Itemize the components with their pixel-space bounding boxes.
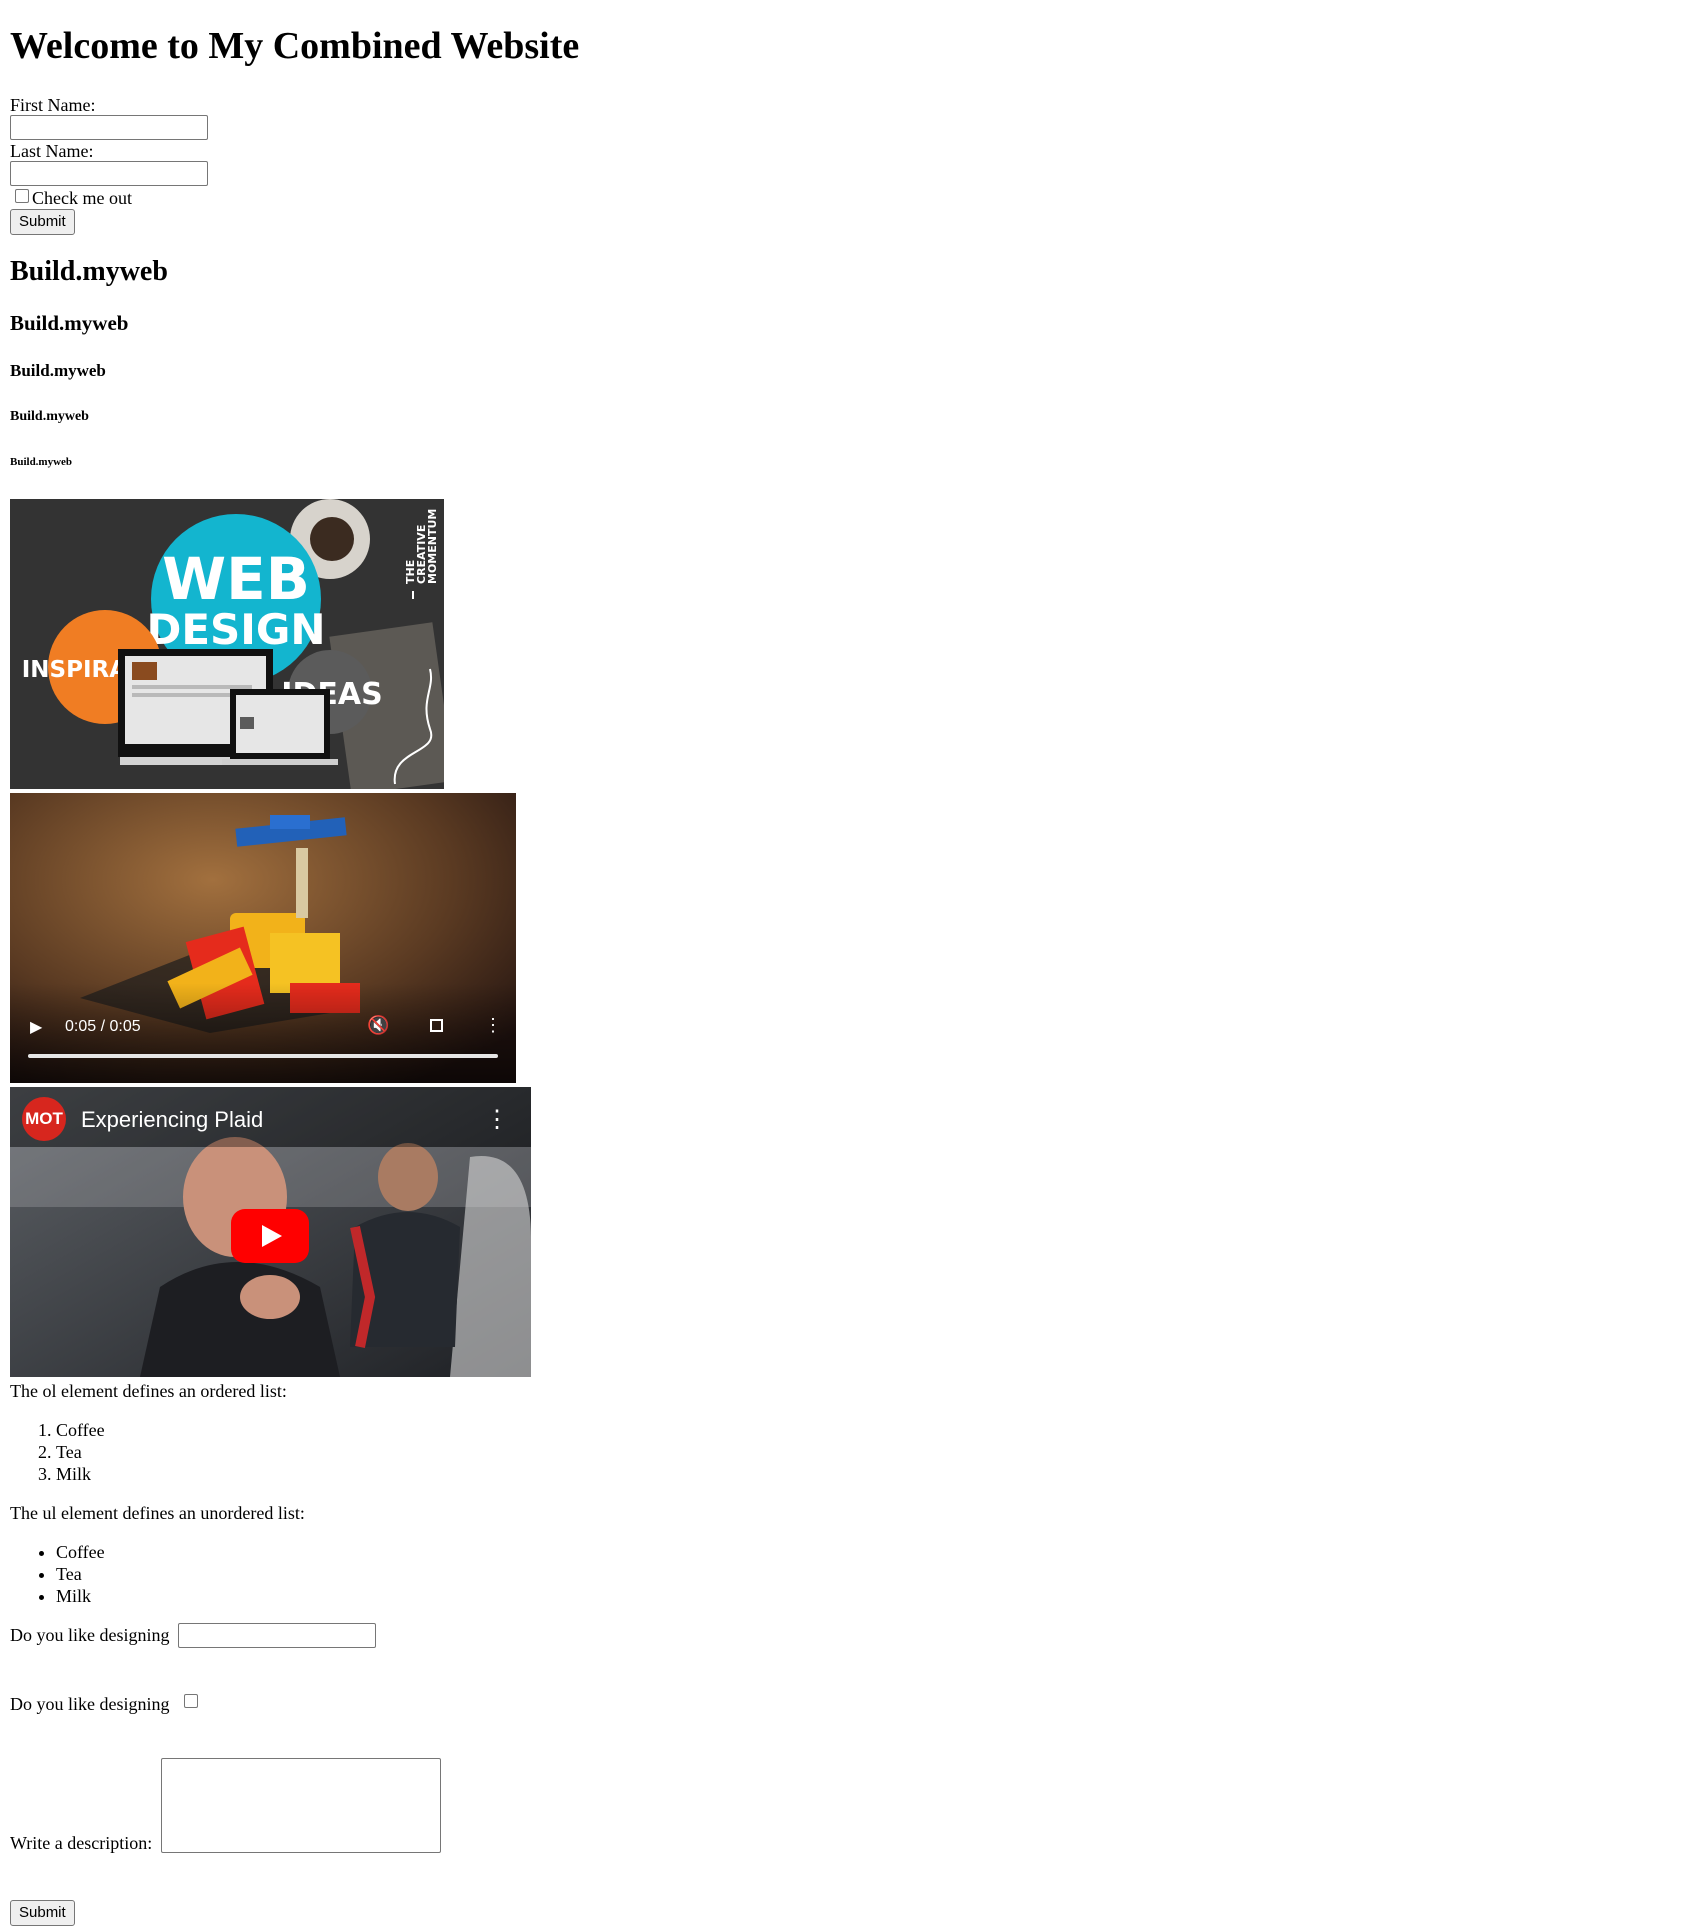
- video-progress-bar[interactable]: [28, 1054, 498, 1058]
- web-design-image: WEB DESIGN INSPIRATION IDEAS THE CREATIV: [10, 499, 444, 789]
- web-text: WEB: [162, 545, 310, 613]
- design-text-input[interactable]: [178, 1623, 376, 1648]
- list-item: Milk: [56, 1585, 105, 1607]
- youtube-title[interactable]: Experiencing Plaid: [81, 1107, 263, 1133]
- channel-avatar[interactable]: MOT: [22, 1097, 66, 1141]
- q1-label: Do you like designing: [10, 1625, 170, 1645]
- last-name-input[interactable]: [10, 161, 208, 186]
- ol-intro: The ol element defines an ordered list:: [10, 1381, 287, 1401]
- heading-h4: Build.myweb: [10, 361, 106, 380]
- list-item: Coffee: [56, 1419, 105, 1441]
- video-play-icon[interactable]: ▶: [30, 1017, 42, 1037]
- ordered-list: Coffee Tea Milk: [10, 1419, 105, 1485]
- heading-h3: Build.myweb: [10, 311, 129, 335]
- description-textarea[interactable]: [161, 1758, 441, 1853]
- ul-intro: The ul element defines an unordered list…: [10, 1503, 305, 1523]
- heading-h5: Build.myweb: [10, 409, 89, 424]
- first-name-label: First Name:: [10, 95, 96, 115]
- submit-button-bottom[interactable]: Submit: [10, 1900, 75, 1926]
- youtube-play-triangle: [262, 1225, 282, 1247]
- q2-label: Do you like designing: [10, 1694, 170, 1714]
- heading-h6: Build.myweb: [10, 456, 73, 468]
- mute-icon[interactable]: 🔇: [367, 1015, 389, 1036]
- web-design-illustration: WEB DESIGN INSPIRATION IDEAS THE CREATIV: [10, 499, 444, 789]
- youtube-more-icon[interactable]: ⋮: [485, 1105, 509, 1134]
- last-name-label: Last Name:: [10, 141, 94, 161]
- description-label: Write a description:: [10, 1833, 153, 1853]
- youtube-play-icon[interactable]: [231, 1209, 309, 1263]
- submit-button-top[interactable]: Submit: [10, 209, 75, 235]
- first-name-input[interactable]: [10, 115, 208, 140]
- youtube-embed[interactable]: MOT Experiencing Plaid ⋮: [10, 1087, 531, 1377]
- brand-momentum: MOMENTUM: [426, 509, 439, 584]
- list-item: Tea: [56, 1563, 105, 1585]
- design-text: DESIGN: [146, 605, 325, 654]
- check-me-out-checkbox[interactable]: [15, 189, 29, 203]
- list-item: Milk: [56, 1463, 105, 1485]
- video-player[interactable]: ▶ 0:05 / 0:05 🔇 ⋮: [10, 793, 516, 1083]
- check-me-out-label: Check me out: [32, 188, 132, 208]
- list-item: Coffee: [56, 1541, 105, 1563]
- heading-h2: Build.myweb: [10, 256, 168, 287]
- list-item: Tea: [56, 1441, 105, 1463]
- unordered-list: Coffee Tea Milk: [10, 1541, 105, 1607]
- fullscreen-icon[interactable]: [430, 1019, 443, 1032]
- page-title: Welcome to My Combined Website: [10, 25, 580, 67]
- video-time: 0:05 / 0:05: [65, 1018, 141, 1035]
- design-checkbox[interactable]: [184, 1694, 198, 1708]
- video-more-icon[interactable]: ⋮: [484, 1015, 502, 1036]
